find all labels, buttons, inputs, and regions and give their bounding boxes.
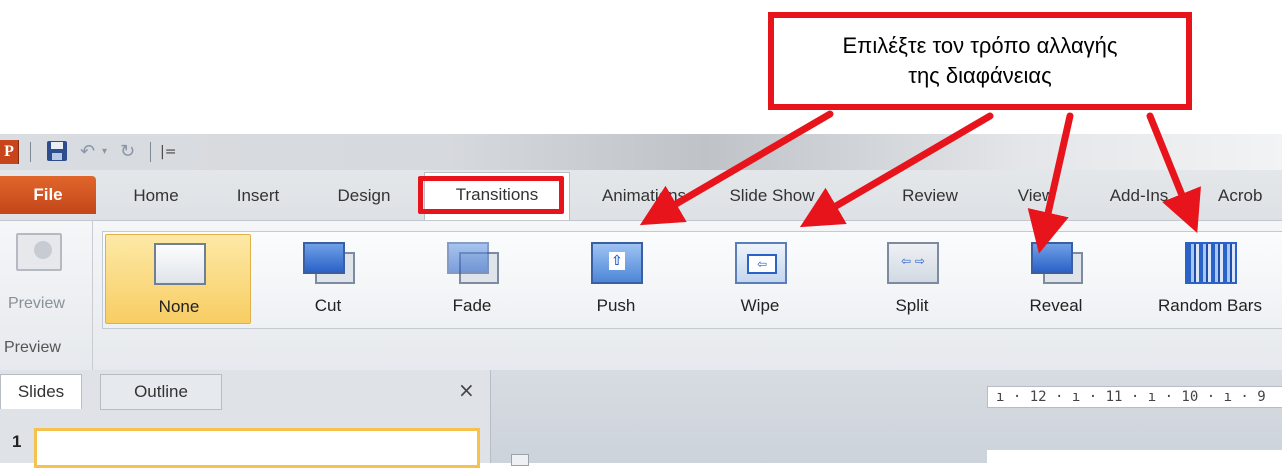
callout-line-2: της διαφάνειας: [908, 63, 1052, 88]
transitions-ribbon: Preview Preview None Cut Fade ⇧ Push ⇦ W…: [0, 220, 1282, 372]
undo-dropdown-icon[interactable]: ▾: [102, 140, 114, 164]
tab-home[interactable]: Home: [118, 174, 194, 218]
transitions-tab-highlight: [418, 176, 564, 214]
instruction-callout: Επιλέξτε τον τρόπο αλλαγής της διαφάνεια…: [768, 12, 1192, 110]
powerpoint-window: P ↶ ▾ ↻ |= File Home Insert Design Trans…: [0, 134, 1282, 468]
wipe-transition-icon: ⇦: [735, 242, 787, 284]
tab-review[interactable]: Review: [890, 174, 970, 218]
tab-slides[interactable]: Slides: [0, 374, 82, 409]
tab-slide-show[interactable]: Slide Show: [712, 174, 832, 218]
slide-number: 1: [12, 432, 22, 451]
preview-group-label: Preview: [4, 339, 61, 356]
split-transition-icon: ⇦ ⇨: [887, 242, 939, 284]
transition-none[interactable]: None: [105, 234, 251, 324]
transition-fade[interactable]: Fade: [399, 234, 545, 324]
transition-cut[interactable]: Cut: [255, 234, 401, 324]
slides-panel: Slides Outline × 1: [0, 370, 491, 468]
gallery-item-label: Push: [596, 296, 636, 315]
redo-icon[interactable]: ↻: [120, 140, 140, 164]
preview-group: Preview Preview: [0, 221, 93, 371]
qat-separator: [30, 142, 31, 162]
tab-file[interactable]: File: [0, 176, 96, 214]
horizontal-ruler: ı · 12 · ı · 11 · ı · 10 · ı · 9: [987, 386, 1282, 408]
qat-separator: [150, 142, 151, 162]
close-icon[interactable]: ×: [458, 378, 475, 402]
customize-qat-icon[interactable]: |=: [160, 140, 176, 164]
tab-view[interactable]: View: [1006, 174, 1066, 218]
gallery-item-label: None: [158, 297, 200, 316]
transition-push[interactable]: ⇧ Push: [543, 234, 689, 324]
transition-wipe[interactable]: ⇦ Wipe: [687, 234, 833, 324]
preview-button[interactable]: Preview: [4, 229, 84, 319]
tab-outline[interactable]: Outline: [100, 374, 222, 410]
ribbon-tab-bar: File Home Insert Design Transitions Anim…: [0, 170, 1282, 221]
slide-thumbnail[interactable]: [34, 428, 480, 468]
transition-gallery: None Cut Fade ⇧ Push ⇦ Wipe ⇦ ⇨ Split Re…: [102, 231, 1282, 329]
tab-acrobat[interactable]: Acrob: [1218, 174, 1282, 218]
undo-icon[interactable]: ↶: [80, 140, 100, 164]
reveal-transition-icon: [1031, 242, 1083, 284]
tab-design[interactable]: Design: [322, 174, 406, 218]
gallery-item-label: Reveal: [1029, 296, 1083, 315]
tab-insert[interactable]: Insert: [220, 174, 296, 218]
random-bars-transition-icon: [1185, 242, 1237, 284]
powerpoint-app-icon[interactable]: P: [0, 140, 19, 164]
fade-transition-icon: [447, 242, 499, 284]
gallery-item-label: Fade: [452, 296, 492, 315]
quick-access-toolbar: P ↶ ▾ ↻ |=: [0, 134, 1282, 170]
gallery-item-label: Split: [895, 296, 929, 315]
preview-button-label: Preview: [8, 295, 65, 312]
save-icon[interactable]: [46, 140, 68, 164]
gallery-item-label: Wipe: [740, 296, 780, 315]
transition-split[interactable]: ⇦ ⇨ Split: [839, 234, 985, 324]
tab-add-ins[interactable]: Add-Ins: [1094, 174, 1184, 218]
slide-editor-area: ı · 12 · ı · 11 · ı · 10 · ı · 9: [491, 370, 1282, 466]
transition-reveal[interactable]: Reveal: [983, 234, 1129, 324]
scroll-handle[interactable]: [511, 454, 529, 466]
cut-transition-icon: [303, 242, 355, 284]
callout-line-1: Επιλέξτε τον τρόπο αλλαγής: [842, 33, 1118, 58]
gallery-item-label: Cut: [314, 296, 342, 315]
push-transition-icon: ⇧: [591, 242, 643, 284]
none-transition-icon: [154, 243, 206, 285]
tab-animations[interactable]: Animations: [584, 174, 704, 218]
transition-random-bars[interactable]: Random Bars: [1137, 234, 1282, 324]
slide-canvas[interactable]: [987, 450, 1282, 464]
gallery-item-label: Random Bars: [1158, 296, 1262, 315]
preview-icon: [16, 233, 62, 271]
